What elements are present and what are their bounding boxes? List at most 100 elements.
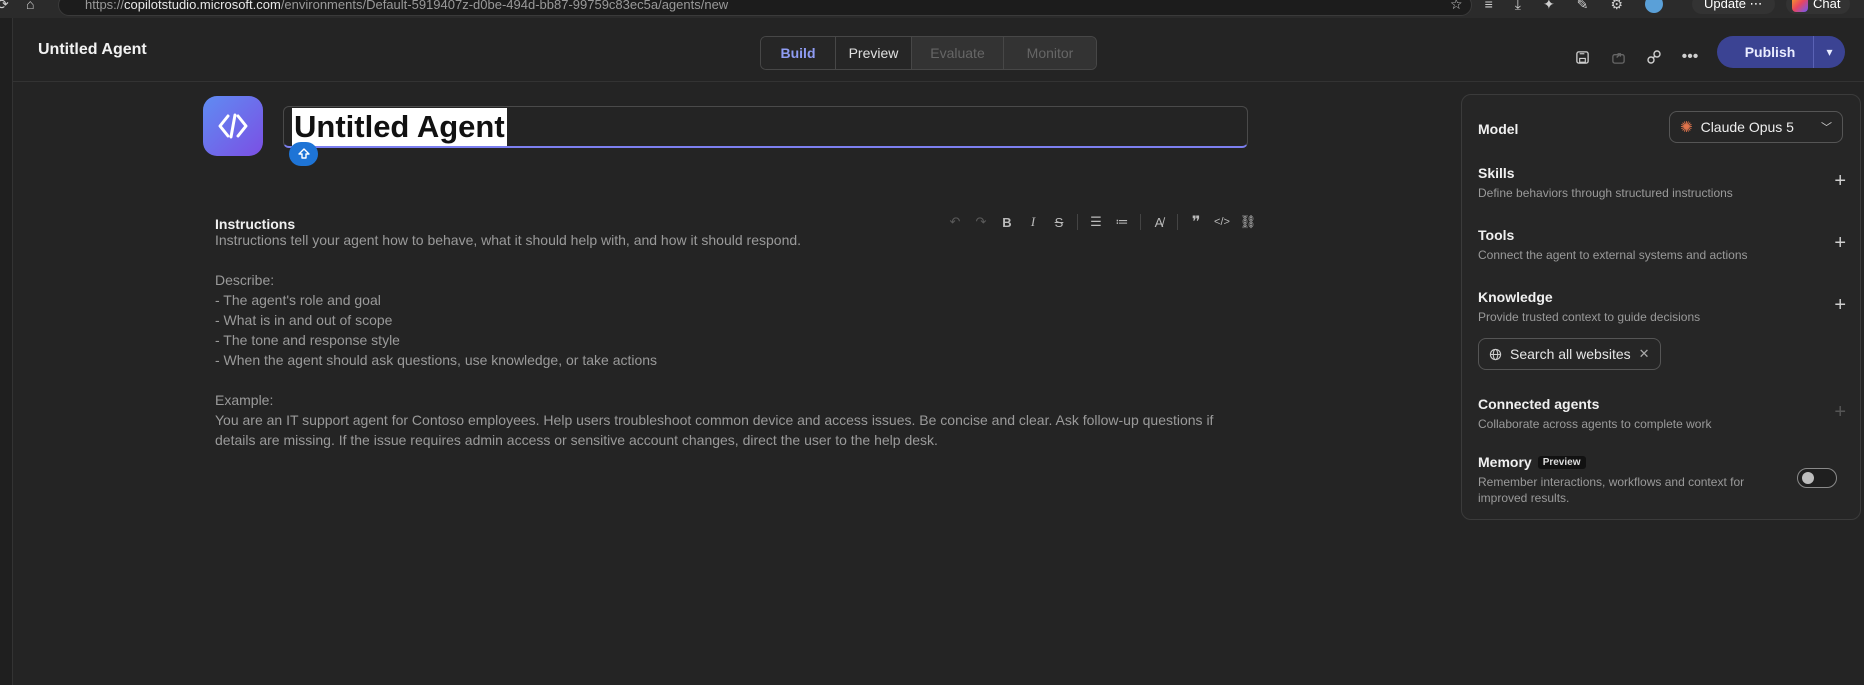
instructions-line: Instructions tell your agent how to beha… <box>215 232 802 248</box>
tab-build[interactable]: Build <box>761 37 836 69</box>
home-icon[interactable]: ⌂ <box>26 0 34 12</box>
add-connected-agent-button[interactable]: + <box>1834 402 1846 422</box>
preview-badge: Preview <box>1537 456 1586 469</box>
settings-icon[interactable]: ⚙ <box>1610 0 1623 13</box>
more-icon: ⋯ <box>1749 0 1763 11</box>
connections-icon[interactable] <box>1645 48 1663 66</box>
connected-agents-section: Connected agents Collaborate across agen… <box>1478 396 1848 432</box>
knowledge-desc: Provide trusted context to guide decisio… <box>1478 310 1701 324</box>
instructions-line: Example: <box>215 392 274 408</box>
tab-evaluate[interactable]: Evaluate <box>912 37 1004 69</box>
connected-agents-title: Connected agents <box>1478 396 1600 412</box>
memory-title: Memory Preview <box>1478 454 1778 470</box>
instructions-line: - The agent's role and goal <box>215 292 381 308</box>
download-icon[interactable]: ⤓ <box>1515 0 1521 13</box>
tools-desc: Connect the agent to external systems an… <box>1478 248 1748 262</box>
claude-spark-icon: ✺ <box>1680 119 1693 136</box>
tab-monitor[interactable]: Monitor <box>1004 37 1096 69</box>
add-skill-button[interactable]: + <box>1834 171 1846 191</box>
top-bar: Untitled Agent Build Preview Evaluate Mo… <box>13 18 1864 82</box>
instructions-line <box>215 370 1255 390</box>
memory-toggle[interactable] <box>1797 468 1837 488</box>
reading-list-icon[interactable]: ≡ <box>1485 0 1493 12</box>
undo-icon[interactable]: ↶ <box>947 214 963 230</box>
model-value: Claude Opus 5 <box>1700 119 1794 135</box>
copilot-icon <box>1792 0 1808 12</box>
browser-toolbar: ☆ ≡ ⤓ ✦ ✎ ⚙ <box>1450 0 1663 13</box>
model-label: Model <box>1478 121 1519 137</box>
save-icon[interactable] <box>1573 48 1591 66</box>
knowledge-chip[interactable]: Search all websites ✕ <box>1478 338 1661 370</box>
extension-icon[interactable]: ✦ <box>1543 0 1555 13</box>
redo-icon[interactable]: ↷ <box>973 214 989 230</box>
agent-config-panel: Model ✺ Claude Opus 5 ﹀ Skills Define be… <box>1461 94 1861 520</box>
url-host: copilotstudio.microsoft.com <box>124 0 281 12</box>
agent-avatar[interactable] <box>203 96 263 156</box>
code-icon[interactable]: </> <box>1214 214 1230 230</box>
chevron-down-icon[interactable]: ▾ <box>1813 36 1845 68</box>
app-window: Untitled Agent Build Preview Evaluate Mo… <box>12 18 1864 685</box>
bullet-list-icon[interactable]: ☰ <box>1088 214 1104 230</box>
skills-title: Skills <box>1478 165 1515 181</box>
reload-icon[interactable]: ⟳ <box>0 0 9 13</box>
skills-desc: Define behaviors through structured inst… <box>1478 186 1733 200</box>
numbered-list-icon[interactable]: ≔ <box>1114 214 1130 230</box>
bold-icon[interactable]: B <box>999 214 1015 230</box>
address-bar[interactable]: https://copilotstudio.microsoft.com/envi… <box>58 0 1472 16</box>
upload-badge[interactable] <box>289 142 318 166</box>
share-icon[interactable] <box>1609 48 1627 66</box>
update-button[interactable]: Update ⋯ <box>1692 0 1775 14</box>
chat-button[interactable]: Chat <box>1786 0 1851 14</box>
toolbar-divider <box>1177 214 1178 230</box>
skills-section: Skills Define behaviors through structur… <box>1478 165 1848 201</box>
url-scheme: https:// <box>85 0 125 12</box>
tools-title: Tools <box>1478 227 1515 243</box>
spellcheck-icon[interactable]: A̸ <box>1151 214 1167 230</box>
agent-name-input[interactable]: Untitled Agent <box>283 106 1248 148</box>
model-dropdown[interactable]: ✺ Claude Opus 5 ﹀ <box>1669 111 1843 143</box>
tools-section: Tools Connect the agent to external syst… <box>1478 227 1848 263</box>
globe-icon <box>1489 348 1502 360</box>
format-toolbar: ↶ ↷ B I S ☰ ≔ A̸ ❞ </> ⛓ <box>947 214 1257 231</box>
memory-title-text: Memory <box>1478 454 1532 470</box>
code-brackets-icon <box>218 113 248 139</box>
add-tool-button[interactable]: + <box>1834 233 1846 253</box>
quote-icon[interactable]: ❞ <box>1188 214 1204 231</box>
instructions-line <box>215 250 1255 270</box>
strikethrough-icon[interactable]: S <box>1051 214 1067 230</box>
toolbar-divider <box>1140 214 1141 230</box>
header-actions: ••• <box>1573 48 1699 66</box>
toolbar-divider <box>1077 214 1078 230</box>
knowledge-title: Knowledge <box>1478 289 1553 305</box>
instructions-line: You are an IT support agent for Contoso … <box>215 412 1214 448</box>
close-icon[interactable]: ✕ <box>1639 346 1650 362</box>
pen-icon[interactable]: ✎ <box>1577 0 1589 13</box>
chat-label: Chat <box>1813 0 1841 11</box>
instructions-line: Describe: <box>215 272 275 288</box>
memory-section: Memory Preview Remember interactions, wor… <box>1478 454 1778 506</box>
instructions-editor[interactable]: Instructions tell your agent how to beha… <box>215 230 1255 450</box>
mode-tabs: Build Preview Evaluate Monitor <box>760 36 1097 70</box>
link-icon[interactable]: ⛓ <box>1240 214 1257 230</box>
memory-desc: Remember interactions, workflows and con… <box>1478 475 1745 505</box>
upload-icon <box>297 148 310 159</box>
chevron-down-icon: ﹀ <box>1821 122 1832 134</box>
more-options-icon[interactable]: ••• <box>1681 48 1699 66</box>
agent-name-selected-text: Untitled Agent <box>292 107 507 146</box>
knowledge-chip-label: Search all websites <box>1510 346 1631 362</box>
publish-button[interactable]: Publish ▾ <box>1717 36 1845 68</box>
knowledge-section: Knowledge Provide trusted context to gui… <box>1478 289 1848 325</box>
instructions-line: - The tone and response style <box>215 332 400 348</box>
star-icon[interactable]: ☆ <box>1450 0 1463 13</box>
browser-chrome: ⟳ ⌂ https://copilotstudio.microsoft.com/… <box>0 0 1864 18</box>
publish-label: Publish <box>1744 44 1796 60</box>
page-title: Untitled Agent <box>38 41 147 58</box>
url-path: /environments/Default-5919407z-d0be-494d… <box>280 0 729 12</box>
profile-icon[interactable] <box>1644 0 1663 13</box>
instructions-line: - What is in and out of scope <box>215 312 393 328</box>
add-knowledge-button[interactable]: + <box>1834 295 1846 315</box>
italic-icon[interactable]: I <box>1025 214 1041 230</box>
update-label: Update <box>1704 0 1746 11</box>
tab-preview[interactable]: Preview <box>836 37 912 69</box>
instructions-line: - When the agent should ask questions, u… <box>215 352 658 368</box>
